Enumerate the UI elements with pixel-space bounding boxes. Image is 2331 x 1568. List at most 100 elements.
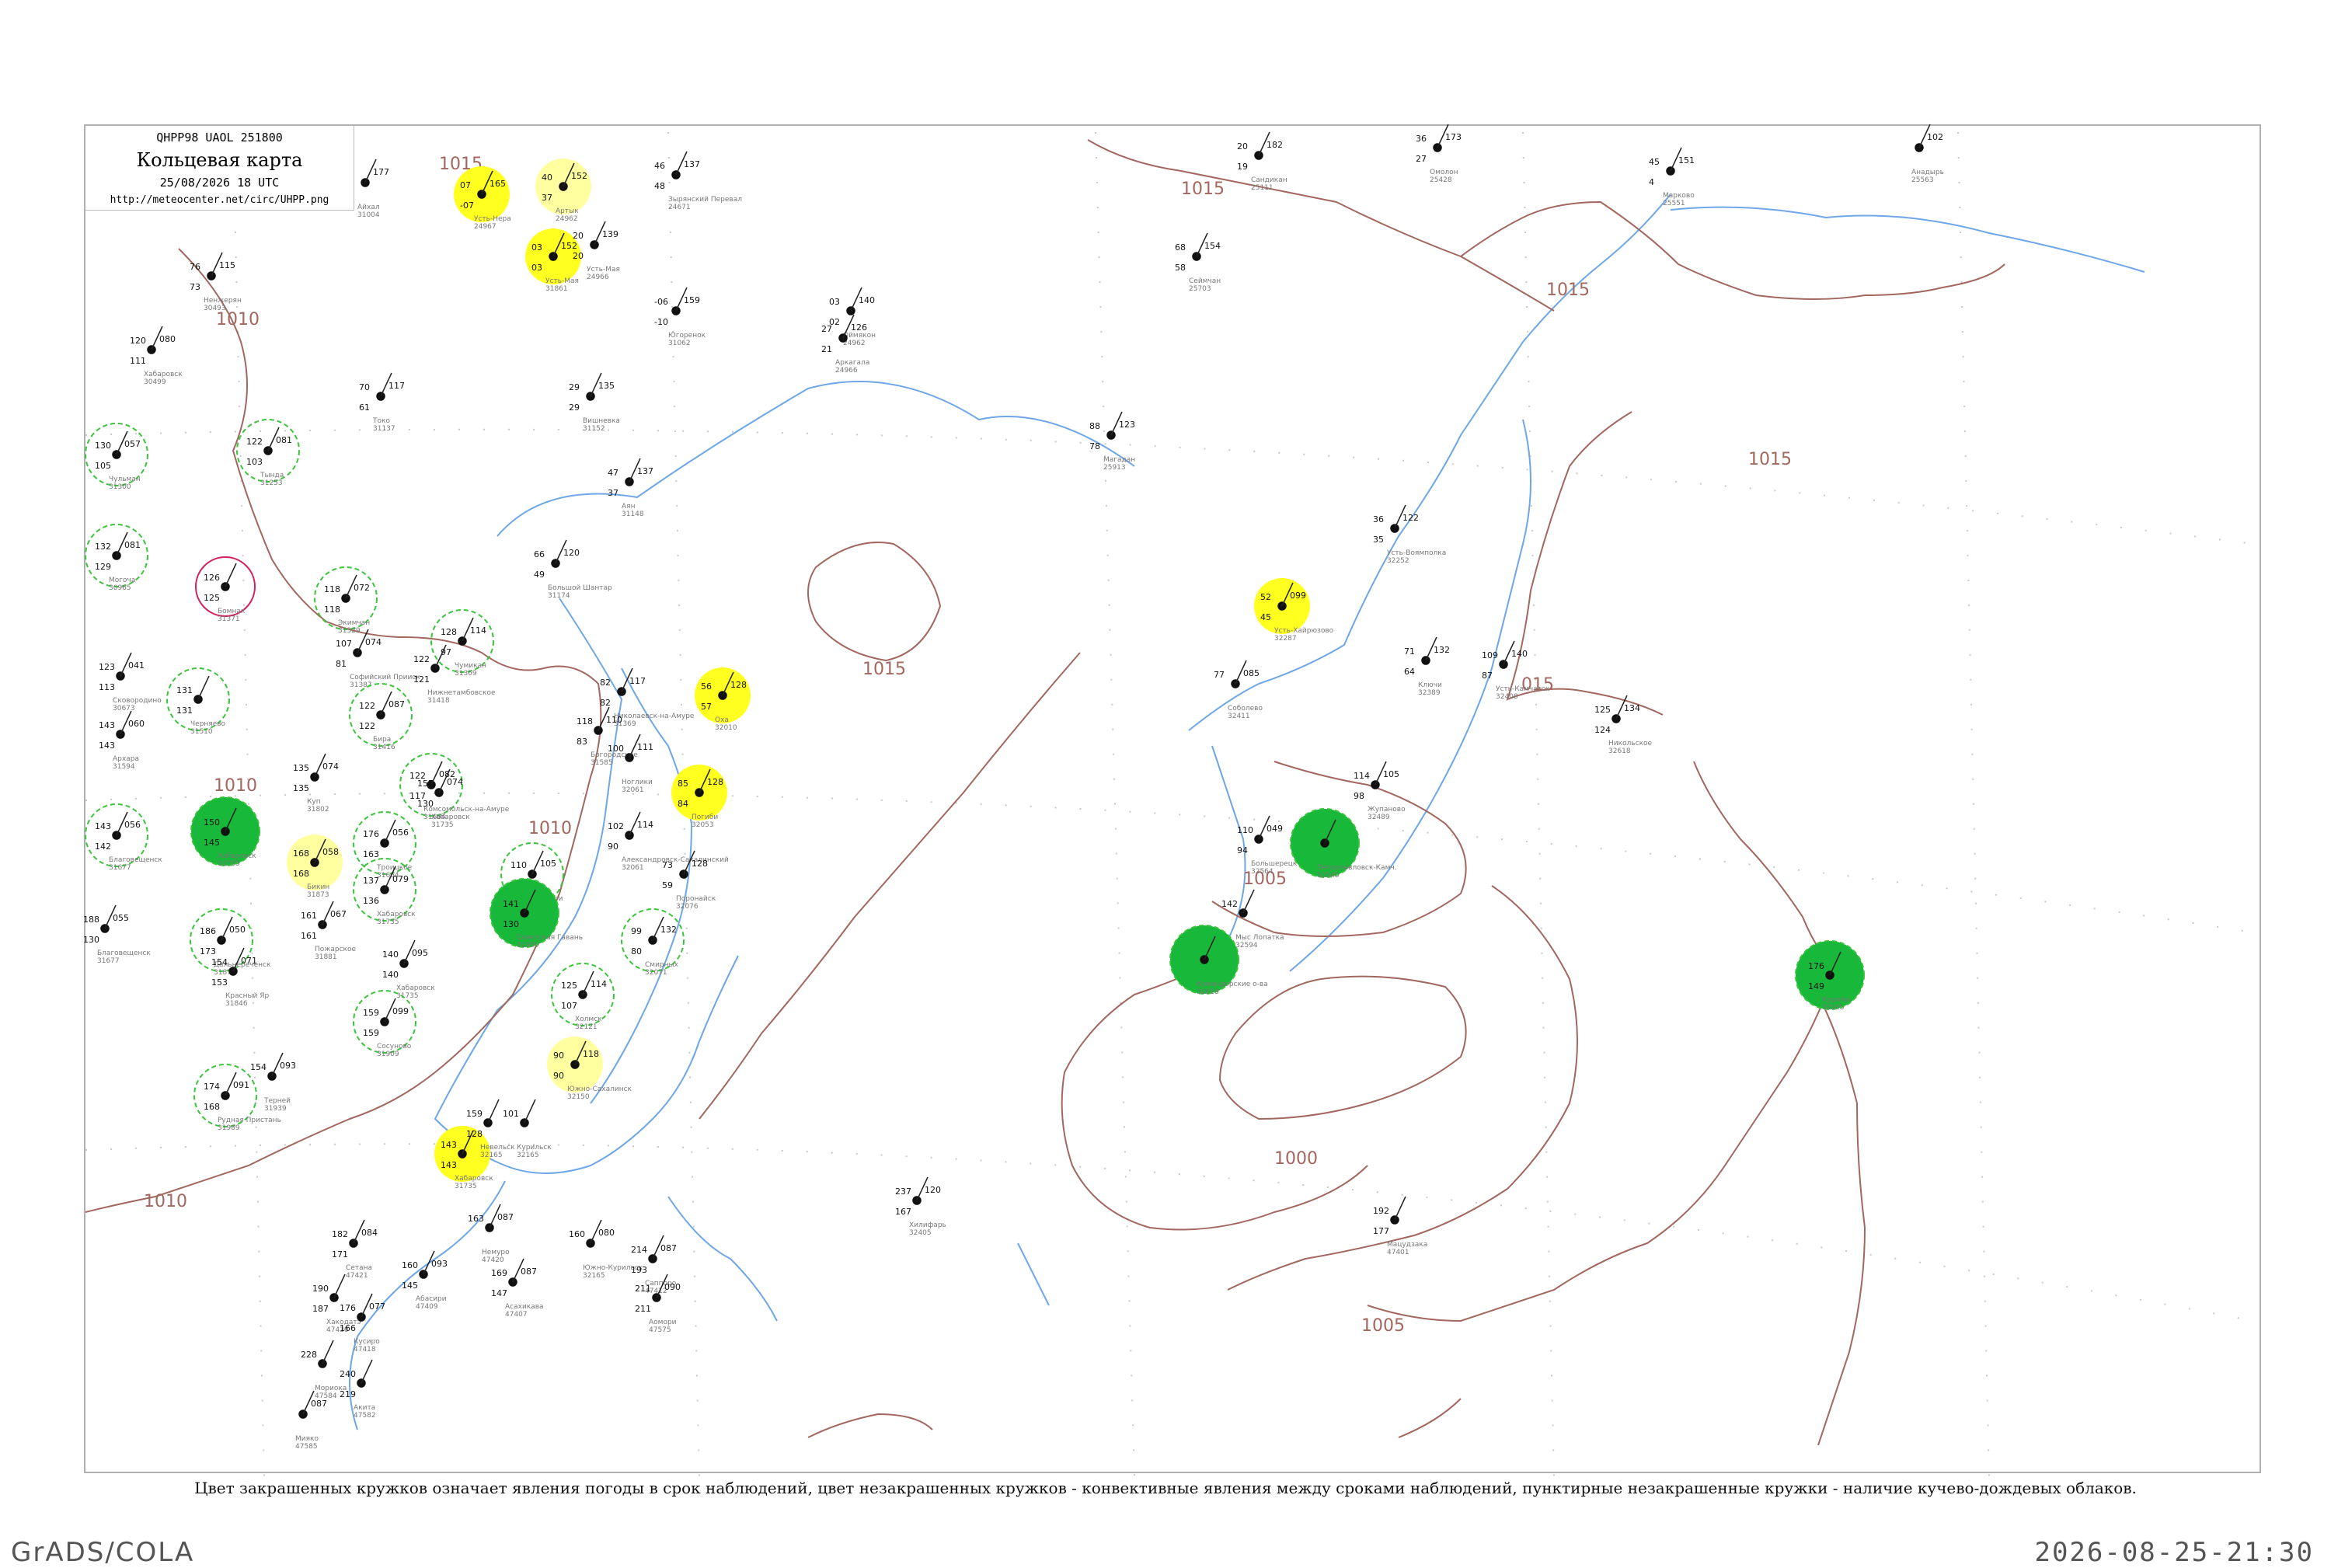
weather-station[interactable]: 192 177 Мацудзака47401	[1373, 1196, 1427, 1256]
wind-barb-icon	[487, 1099, 500, 1124]
weather-station[interactable]: 182 084 171 Сетана47421	[332, 1219, 378, 1280]
weather-station[interactable]: 176 077 166 Кусиро47418	[340, 1293, 385, 1354]
weather-station[interactable]: 99 132 80Смирных32071	[621, 908, 685, 977]
station-dewpoint: 168	[293, 869, 309, 879]
weather-station[interactable]: 130 057 105 Чульман31300	[85, 423, 148, 491]
weather-station[interactable]: 126 125 Бомнак31371	[195, 556, 256, 623]
weather-station[interactable]: 56 128 57Оха32010	[695, 667, 751, 732]
station-name: Ноглики	[622, 779, 653, 786]
weather-station[interactable]: 122 087 122 Бира31416	[349, 683, 413, 751]
weather-station[interactable]: 76 115 73 Ненжерян30493	[190, 252, 242, 312]
weather-station[interactable]: 125 134 124 Никольское32618	[1594, 695, 1653, 755]
station-temperature: 237	[895, 1186, 911, 1197]
station-name: Советская Гавань	[517, 934, 583, 942]
station-temperature: 168	[293, 848, 309, 859]
weather-station[interactable]: 168 058 168 Бикин31873	[287, 835, 343, 899]
station-name: Усть-Воямполка	[1387, 549, 1446, 557]
weather-station[interactable]: 128 11497Чумикан31369	[430, 609, 494, 678]
weather-station[interactable]: 154 071 153 Красный Яр31846	[211, 947, 270, 1008]
station-index: 32076	[676, 903, 699, 911]
weather-station[interactable]: 161 067 161 Пожарское31881	[301, 901, 357, 961]
weather-station[interactable]: 36 122 35Усть-Воямполка32252	[1373, 504, 1446, 565]
weather-station[interactable]: 77 085 Соболево32411	[1214, 660, 1263, 720]
station-index: 32489	[1368, 814, 1390, 821]
station-name: Усть-Нера	[474, 215, 511, 223]
weather-station[interactable]: 176 149 Курилы32165	[1795, 940, 1865, 1012]
station-index: 32165	[517, 1152, 539, 1159]
coastlines	[349, 193, 2145, 1430]
weather-station[interactable]: 90 11890Южно-Сахалинск32150	[547, 1037, 632, 1101]
weather-station[interactable]: 159 099 159 Сосуново31909	[353, 990, 416, 1058]
weather-station[interactable]: 240 219 Акита47582	[340, 1359, 376, 1420]
weather-station[interactable]: 163 087 Немуро47420	[468, 1204, 514, 1264]
weather-station[interactable]: 143 056 142 Благовещенск31677	[85, 803, 162, 872]
weather-station[interactable]: 186 050173Дальнереченск31873	[190, 908, 271, 977]
weather-station[interactable]: 141 130 Советская Гавань31959	[490, 878, 583, 950]
weather-station[interactable]: 169 087 147 Асахикава47407	[491, 1258, 544, 1319]
station-temperature: 36	[1416, 134, 1427, 144]
weather-station[interactable]: 150 145 Хабаровск31735	[190, 796, 260, 868]
weather-station[interactable]: 118 072 118 Экимчан31329	[314, 566, 378, 635]
weather-station[interactable]: 45 151 4 Марково25551	[1649, 147, 1695, 207]
weather-station[interactable]: 188 055 130 Благовещенск31677	[83, 904, 151, 965]
station-dewpoint: 177	[1373, 1226, 1389, 1236]
weather-station[interactable]: 135 074 135 Куп31802	[293, 753, 339, 814]
weather-station[interactable]: 125 114 107 Холмск32121	[551, 963, 615, 1031]
weather-station[interactable]: 122 081 103 Тында31253	[236, 419, 300, 487]
weather-station[interactable]: 114 105 98 Жупаново32489	[1354, 761, 1406, 821]
weather-station[interactable]: 132 081 129 Могоча30965	[85, 524, 148, 592]
station-dewpoint: 94	[1237, 845, 1248, 855]
weather-station[interactable]: 107 074 81Софийский Прииск31387	[336, 629, 420, 689]
weather-map[interactable]: 1015 1015 1015 1015 1015 1010 1010 1010 …	[0, 0, 2331, 1554]
weather-station[interactable]: 120 080 111 Хабаровск30499	[130, 326, 183, 386]
weather-station[interactable]: 110 049 94Большерецк32564	[1237, 815, 1298, 876]
station-index: 31137	[373, 425, 395, 433]
station-temperature: 118	[577, 716, 593, 727]
station-name: Аркагала	[835, 359, 869, 367]
station-dewpoint: 130	[83, 935, 99, 945]
weather-station[interactable]: 71 132 64Ключи32389	[1404, 636, 1450, 697]
weather-station[interactable]: 36 173 27Омолон25428	[1416, 124, 1462, 184]
station-dewpoint: 193	[631, 1265, 647, 1275]
weather-station[interactable]: 29 13529Вишневка31152	[569, 372, 620, 433]
weather-station[interactable]: 087 Мияко47585	[295, 1390, 327, 1451]
weather-station[interactable]: 143 060 143 Архара31594	[99, 710, 145, 771]
weather-station[interactable]: 176056163Троицкое31664	[353, 811, 416, 880]
weather-station[interactable]: 20 13920Усть-Мая24966	[573, 221, 620, 281]
station-temperature: 07	[460, 180, 471, 190]
weather-station[interactable]: 52 099 45Усть-Хайрюзово32287	[1254, 578, 1334, 643]
weather-station[interactable]: 07 165 -07Усть-Нера24967	[454, 166, 511, 231]
station-index: 47407	[505, 1311, 528, 1319]
station-index: 32010	[715, 724, 737, 732]
station-dewpoint: -07	[460, 200, 474, 211]
weather-station[interactable]: 102 Анадырь25563	[1911, 124, 1944, 184]
station-name: Большой Шантар	[548, 584, 612, 592]
weather-station[interactable]: 131 131 Черняево31510	[166, 667, 230, 736]
weather-station[interactable]: 237 120 167 Хилифарь32405	[895, 1176, 946, 1237]
source-url[interactable]: http://meteocenter.net/circ/UHPP.png	[85, 194, 354, 206]
weather-station[interactable]: 68 154 58Сеймчан25703	[1175, 232, 1221, 293]
station-dewpoint: 90	[553, 1071, 564, 1081]
weather-station[interactable]: 123 041113Сковородино30673	[99, 652, 162, 713]
weather-station[interactable]: 88 123 78Магадан25913	[1089, 411, 1135, 472]
weather-station[interactable]: 160 093 145 Абасири47409	[402, 1250, 448, 1311]
station-temperature: 99	[631, 926, 642, 936]
weather-station[interactable]: 40 152 37 Артык24962	[535, 159, 591, 223]
station-name: Черняево	[190, 720, 226, 728]
weather-station[interactable]: 46 137 48Зырянский Перевал24671	[654, 151, 742, 211]
weather-station[interactable]: -06 159 -10Югоренок31062	[654, 287, 706, 347]
isobar-label: 1005	[1361, 1316, 1405, 1336]
station-dewpoint: 21	[821, 344, 832, 354]
weather-station[interactable]: 85 128 84 Погиби32053	[671, 765, 727, 829]
weather-station[interactable]: 66 120 49Большой Шантар31174	[534, 539, 612, 600]
station-temperature: 03	[829, 297, 840, 307]
station-temperature: 140	[382, 950, 399, 960]
station-pressure: 140	[859, 295, 875, 305]
weather-station[interactable]: 70 117 61Токо31137	[359, 372, 405, 433]
weather-station[interactable]: 100 111 Ноглики32061	[608, 733, 653, 794]
weather-station[interactable]: 47 137 37 Аян31148	[608, 458, 653, 518]
weather-station[interactable]: 154 093 Терней31939	[250, 1052, 296, 1113]
station-pressure: 110	[606, 715, 622, 725]
station-dewpoint: 145	[204, 838, 220, 848]
station-index: 31861	[545, 285, 568, 293]
